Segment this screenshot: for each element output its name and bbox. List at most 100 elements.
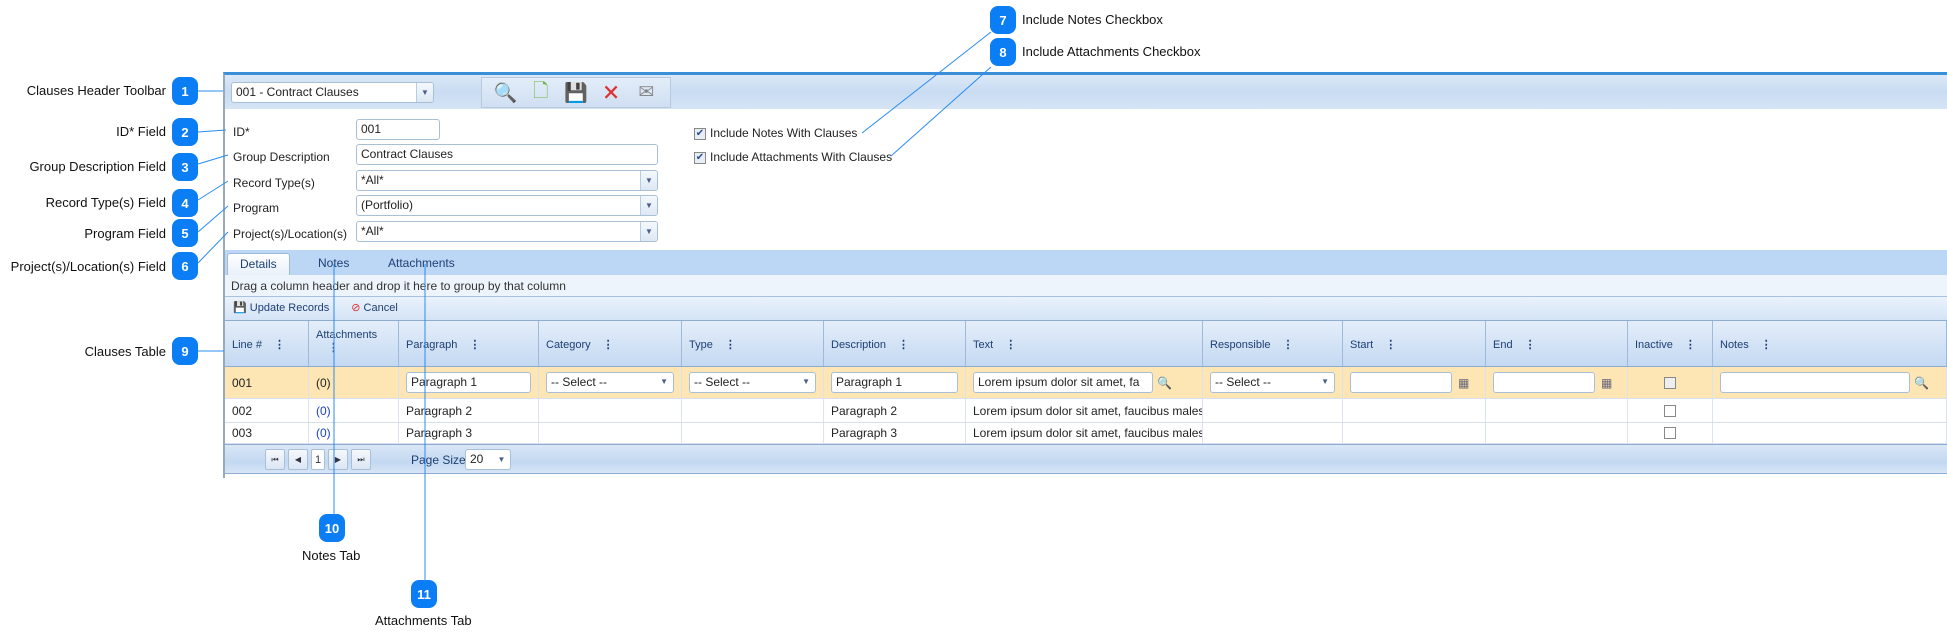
cell-attachments: (0) [309, 423, 399, 443]
record-types-field[interactable]: *All* ▼ [356, 170, 658, 191]
tab-notes[interactable]: Notes [306, 253, 361, 275]
column-header-inactive[interactable]: Inactive ⋮ [1628, 321, 1713, 366]
paragraph-input[interactable]: Paragraph 1 [406, 372, 531, 393]
program-value: (Portfolio) [361, 198, 414, 212]
table-row[interactable]: 003 (0) Paragraph 3 Paragraph 3 Lorem ipsum … [225, 423, 1947, 444]
include-attachments-checkbox[interactable]: ✔ [694, 152, 706, 164]
column-menu-icon[interactable]: ⋮ [328, 342, 339, 354]
inactive-checkbox[interactable] [1664, 404, 1676, 417]
last-page-button[interactable]: ⏭ [351, 449, 371, 470]
cell-responsible: -- Select -- ▼ [1203, 367, 1343, 398]
prev-page-button[interactable]: ◀ [288, 449, 308, 470]
search-icon[interactable]: 🔍 [1914, 376, 1929, 390]
column-menu-icon[interactable]: ⋮ [1385, 339, 1396, 351]
update-records-button[interactable]: 💾 Update Records [233, 301, 329, 316]
toolbar-icon-group: 🔍 🗋 💾 🗙 ✉ [481, 77, 671, 108]
next-page-button[interactable]: ▶ [328, 449, 348, 470]
id-field[interactable]: 001 [356, 119, 440, 140]
column-header-notes[interactable]: Notes ⋮ [1713, 321, 1947, 366]
attachments-link[interactable]: (0) [316, 404, 331, 418]
column-header-responsible[interactable]: Responsible ⋮ [1203, 321, 1343, 366]
column-menu-icon[interactable]: ⋮ [725, 339, 736, 351]
cell-notes: 🔍 [1713, 367, 1947, 398]
column-header-label: Responsible [1210, 339, 1271, 351]
page-size-select[interactable]: 20 ▼ [465, 449, 511, 470]
tab-details[interactable]: Details [227, 253, 290, 275]
cell-text: Lorem ipsum dolor sit amet, fa 🔍 [966, 367, 1203, 398]
search-icon[interactable]: 🔍 [1157, 376, 1172, 390]
cell-text: Lorem ipsum dolor sit amet, faucibus mal… [966, 399, 1203, 422]
program-label: Program [233, 201, 280, 215]
cell-inactive [1628, 423, 1713, 443]
category-select[interactable]: -- Select -- ▼ [546, 372, 674, 393]
annotation-label: Project(s)/Location(s) Field [10, 259, 166, 274]
text-value: Lorem ipsum dolor sit amet, fa [978, 375, 1140, 389]
chevron-down-icon[interactable]: ▼ [640, 196, 657, 215]
column-header-attachments[interactable]: Attachments ⋮ [309, 321, 399, 366]
include-notes-checkbox[interactable]: ✔ [694, 128, 706, 140]
chevron-down-icon[interactable]: ▼ [640, 171, 657, 190]
start-date-input[interactable] [1350, 372, 1452, 393]
column-menu-icon[interactable]: ⋮ [603, 339, 614, 351]
column-header-description[interactable]: Description ⋮ [824, 321, 966, 366]
notes-input[interactable] [1720, 372, 1910, 393]
column-menu-icon[interactable]: ⋮ [469, 339, 480, 351]
projects-locations-field[interactable]: *All* ▼ [356, 221, 658, 242]
column-header-start[interactable]: Start ⋮ [1343, 321, 1486, 366]
paragraph-value: Paragraph 2 [406, 403, 473, 418]
record-types-value: *All* [361, 173, 384, 187]
group-by-area[interactable]: Drag a column header and drop it here to… [225, 275, 1947, 297]
email-icon[interactable]: ✉ [633, 81, 659, 104]
column-menu-icon[interactable]: ⋮ [1283, 339, 1294, 351]
column-header-type[interactable]: Type ⋮ [682, 321, 824, 366]
calendar-icon[interactable]: ▦ [1458, 376, 1469, 390]
group-description-field[interactable]: Contract Clauses [356, 144, 658, 165]
search-icon[interactable]: 🔍 [493, 81, 519, 105]
table-row[interactable]: 002 (0) Paragraph 2 Paragraph 2 Lorem ipsum … [225, 399, 1947, 423]
text-input[interactable]: Lorem ipsum dolor sit amet, fa [973, 372, 1153, 393]
cell-text: Lorem ipsum dolor sit amet, faucibus mal… [966, 423, 1203, 443]
annotation-badge: 4 [172, 189, 198, 217]
calendar-icon[interactable]: ▦ [1601, 376, 1612, 390]
add-document-icon[interactable]: 🗋 [528, 77, 554, 109]
column-header-paragraph[interactable]: Paragraph ⋮ [399, 321, 539, 366]
chevron-down-icon[interactable]: ▼ [640, 222, 657, 241]
column-header-category[interactable]: Category ⋮ [539, 321, 682, 366]
chevron-down-icon[interactable]: ▼ [416, 83, 433, 102]
program-field[interactable]: (Portfolio) ▼ [356, 195, 658, 216]
cell-paragraph: Paragraph 3 [399, 423, 539, 443]
cell-type [682, 399, 824, 422]
tab-attachments[interactable]: Attachments [376, 253, 467, 275]
column-header-end[interactable]: End ⋮ [1486, 321, 1628, 366]
column-header-text[interactable]: Text ⋮ [966, 321, 1203, 366]
cell-line: 003 [225, 423, 309, 443]
column-menu-icon[interactable]: ⋮ [898, 339, 909, 351]
page-size-value: 20 [470, 452, 484, 466]
column-menu-icon[interactable]: ⋮ [1685, 339, 1696, 351]
column-header-line[interactable]: Line # ⋮ [225, 321, 309, 366]
annotation-badge: 8 [990, 38, 1016, 66]
column-menu-icon[interactable]: ⋮ [1761, 339, 1772, 351]
line-value: 002 [232, 403, 253, 418]
description-input[interactable]: Paragraph 1 [831, 372, 958, 393]
inactive-checkbox[interactable] [1664, 376, 1676, 389]
column-menu-icon[interactable]: ⋮ [1525, 339, 1536, 351]
cell-type [682, 423, 824, 443]
annotation-badge: 7 [990, 6, 1016, 34]
annotation-label: Include Attachments Checkbox [1022, 44, 1201, 59]
first-page-button[interactable]: ⏮ [265, 449, 285, 470]
attachments-link[interactable]: (0) [316, 426, 331, 440]
save-icon[interactable]: 💾 [563, 81, 589, 105]
cancel-button[interactable]: ⊘ Cancel [351, 301, 398, 316]
responsible-select[interactable]: -- Select -- ▼ [1210, 372, 1335, 393]
column-menu-icon[interactable]: ⋮ [274, 339, 285, 351]
end-date-input[interactable] [1493, 372, 1595, 393]
column-menu-icon[interactable]: ⋮ [1005, 339, 1016, 351]
page-number[interactable]: 1 [311, 449, 325, 470]
grid-command-bar: 💾 Update Records ⊘ Cancel [225, 297, 1947, 320]
delete-document-icon[interactable]: 🗙 [598, 77, 624, 109]
type-select[interactable]: -- Select -- ▼ [689, 372, 816, 393]
inactive-checkbox[interactable] [1664, 427, 1676, 439]
table-row-edit[interactable]: 001 (0) Paragraph 1 -- Select -- ▼ -- Select … [225, 367, 1947, 399]
clause-group-selector[interactable]: 001 - Contract Clauses ▼ [231, 82, 434, 103]
